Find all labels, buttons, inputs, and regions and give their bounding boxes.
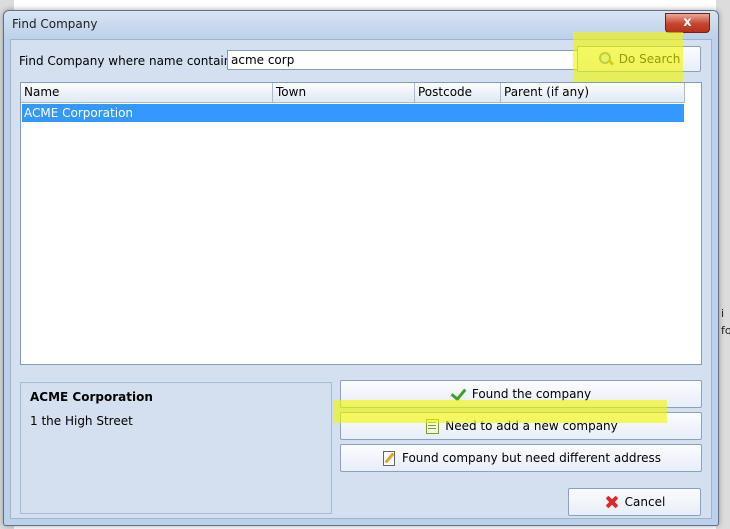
title-bar[interactable]: Find Company x [4, 11, 718, 37]
details-company-address: 1 the High Street [30, 414, 133, 428]
do-search-button[interactable]: Do Search [577, 46, 701, 72]
cancel-label: Cancel [624, 495, 666, 509]
add-new-company-label: Need to add a new company [445, 419, 618, 433]
add-new-company-button[interactable]: Need to add a new company [340, 412, 702, 440]
background-text: i [721, 307, 725, 320]
different-address-button[interactable]: Found company but need different address [340, 444, 702, 472]
column-header-postcode[interactable]: Postcode [415, 83, 501, 102]
company-details-panel: ACME Corporation 1 the High Street [20, 382, 332, 514]
edit-document-icon [381, 450, 397, 466]
found-company-label: Found the company [471, 387, 592, 401]
column-header-town[interactable]: Town [273, 83, 415, 102]
column-header-parent[interactable]: Parent (if any) [501, 83, 685, 102]
dialog-title: Find Company [12, 17, 98, 31]
company-results-grid[interactable]: Name Town Postcode Parent (if any) ACME … [20, 82, 702, 365]
check-icon [450, 384, 467, 402]
background-text: fo [721, 324, 730, 337]
different-address-label: Found company but need different address [401, 451, 662, 465]
row-cell-name: ACME Corporation [24, 106, 134, 120]
close-button[interactable]: x [665, 13, 710, 33]
details-company-name: ACME Corporation [30, 390, 153, 404]
notepad-icon [424, 418, 440, 434]
grid-header: Name Town Postcode Parent (if any) [21, 83, 685, 103]
dialog-body: Find Company where name contains Do Sear… [10, 32, 712, 519]
search-label: Find Company where name contains [19, 54, 238, 68]
close-icon: x [683, 15, 692, 30]
find-company-dialog: Find Company x Find Company where name c… [3, 10, 719, 526]
company-name-search-input[interactable] [227, 50, 578, 70]
red-cross-icon [604, 494, 620, 510]
do-search-label: Do Search [618, 52, 681, 66]
table-row[interactable]: ACME Corporation [22, 104, 684, 122]
column-header-name[interactable]: Name [21, 83, 273, 102]
found-company-button[interactable]: Found the company [340, 380, 702, 408]
magnifier-icon [598, 51, 614, 67]
cancel-button[interactable]: Cancel [568, 488, 701, 516]
